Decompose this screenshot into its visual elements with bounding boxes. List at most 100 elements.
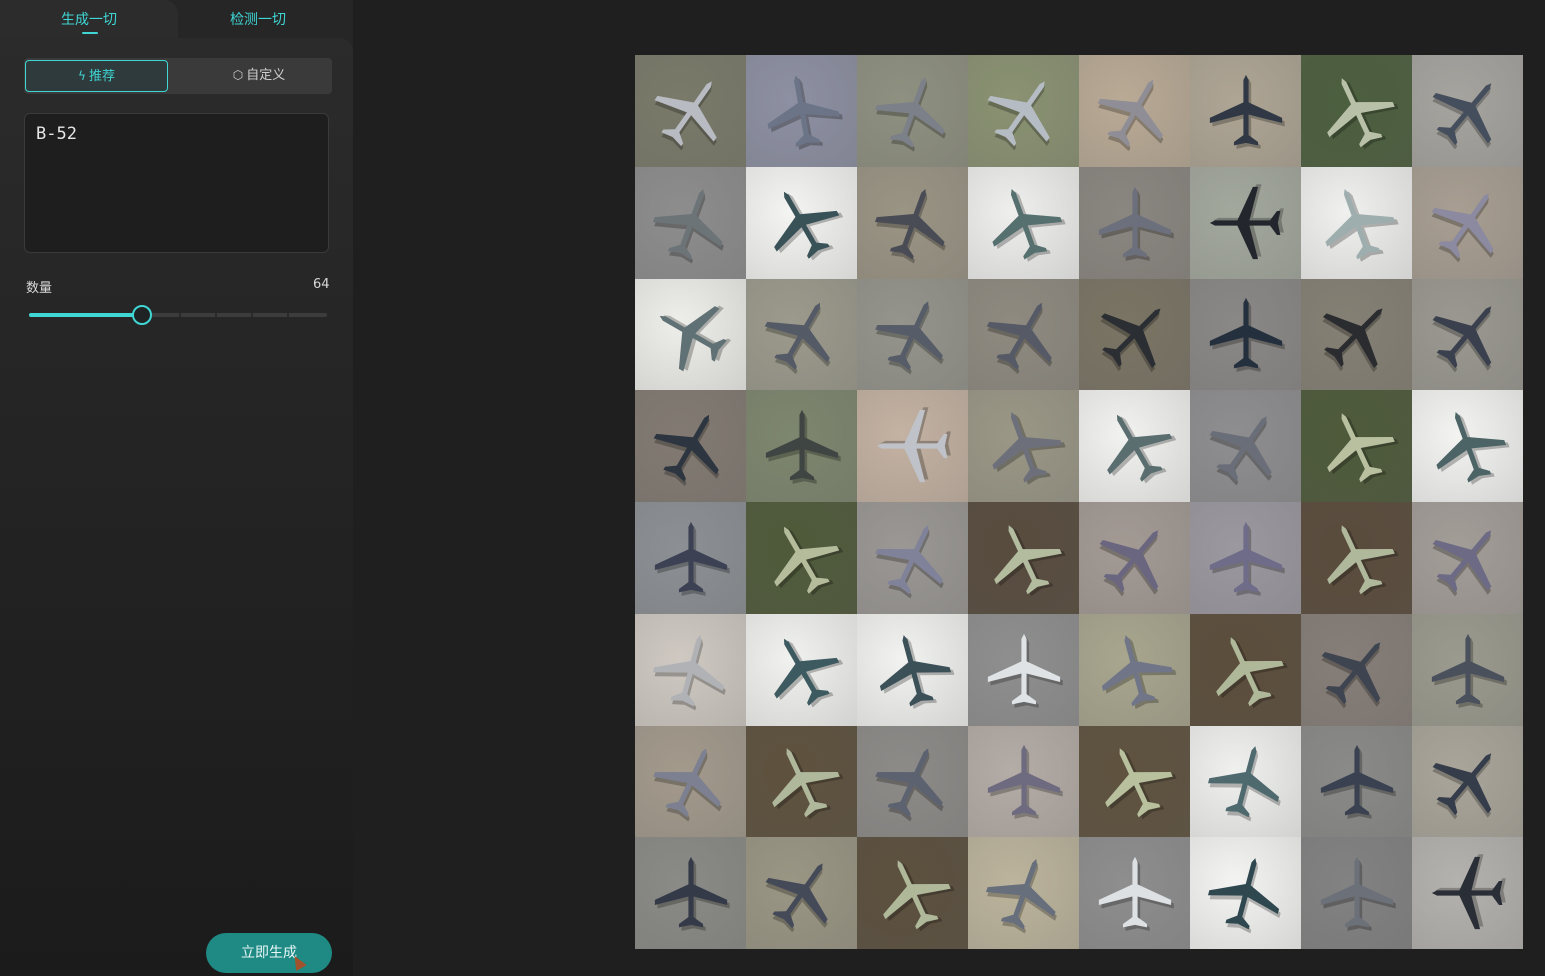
airplane-icon: [879, 634, 954, 709]
generated-image[interactable]: [746, 613, 857, 726]
airplane-icon: [765, 410, 841, 484]
generated-image[interactable]: [968, 390, 1079, 502]
generated-image[interactable]: [1079, 390, 1190, 502]
generated-image[interactable]: [1412, 502, 1523, 614]
generated-image[interactable]: [968, 166, 1079, 279]
generated-image[interactable]: [1190, 390, 1301, 502]
generated-image[interactable]: [1412, 613, 1523, 726]
generated-image[interactable]: [1412, 725, 1523, 838]
airplane-icon: [874, 748, 944, 822]
airplane-icon: [876, 407, 951, 483]
generated-image[interactable]: [857, 166, 968, 279]
generated-image[interactable]: [1301, 613, 1412, 726]
generated-image[interactable]: [968, 613, 1079, 726]
generated-image[interactable]: [1190, 278, 1301, 391]
generated-image[interactable]: [1190, 613, 1301, 726]
generated-image[interactable]: [635, 502, 746, 614]
generated-image[interactable]: [1301, 725, 1412, 838]
generated-image[interactable]: [857, 390, 968, 502]
generated-image[interactable]: [1079, 166, 1190, 279]
generated-image[interactable]: [1412, 837, 1523, 949]
generated-image[interactable]: [857, 55, 968, 167]
generated-image[interactable]: [1301, 502, 1412, 614]
top-tabs: 生成一切 检测一切: [0, 0, 353, 38]
generated-image[interactable]: [1079, 278, 1190, 391]
generated-image[interactable]: [746, 278, 857, 391]
airplane-icon: [991, 412, 1066, 485]
generated-image[interactable]: [635, 278, 746, 391]
generated-image[interactable]: [746, 166, 857, 279]
custom-label: 自定义: [246, 68, 286, 83]
generated-image[interactable]: [1301, 55, 1412, 167]
prompt-input[interactable]: B-52: [24, 113, 329, 253]
airplane-icon: [1209, 298, 1285, 373]
custom-mode-button[interactable]: ⬡ 自定义: [194, 60, 324, 90]
generated-image[interactable]: [635, 390, 746, 502]
airplane-icon: [652, 188, 724, 264]
airplane-icon: [1431, 83, 1491, 150]
generate-now-button[interactable]: 立即生成: [206, 933, 332, 973]
generated-image[interactable]: [1079, 55, 1190, 167]
tab-label: 生成一切: [61, 12, 117, 28]
generated-image[interactable]: [1079, 725, 1190, 838]
generated-image[interactable]: [1079, 502, 1190, 614]
generated-image[interactable]: [1190, 502, 1301, 614]
generated-image[interactable]: [1190, 55, 1301, 167]
generated-image[interactable]: [857, 837, 968, 949]
generated-image[interactable]: [1301, 837, 1412, 949]
generated-image[interactable]: [746, 502, 857, 614]
airplane-icon: [1209, 74, 1285, 149]
generated-image[interactable]: [968, 278, 1079, 391]
airplane-icon: [1431, 193, 1494, 263]
generated-image[interactable]: [968, 837, 1079, 949]
generated-image[interactable]: [635, 837, 746, 949]
generated-image[interactable]: [746, 837, 857, 949]
airplane-icon: [1098, 857, 1174, 931]
slider-tick: [251, 313, 253, 317]
generated-image[interactable]: [1412, 278, 1523, 391]
tab-detect-everything[interactable]: 检测一切: [178, 0, 338, 38]
generated-image[interactable]: [857, 613, 968, 726]
count-value: 64: [313, 277, 330, 292]
generated-image[interactable]: [1190, 837, 1301, 949]
airplane-icon: [874, 525, 944, 599]
airplane-icon: [1209, 183, 1284, 259]
airplane-icon: [1320, 857, 1396, 931]
generated-image[interactable]: [1190, 725, 1301, 838]
generated-image[interactable]: [857, 725, 968, 838]
generated-image[interactable]: [968, 725, 1079, 838]
airplane-icon: [1207, 746, 1281, 822]
generated-image[interactable]: [1301, 390, 1412, 502]
generated-image[interactable]: [968, 502, 1079, 614]
generated-image[interactable]: [1412, 166, 1523, 279]
generated-image[interactable]: [635, 55, 746, 167]
airplane-icon: [987, 633, 1063, 708]
airplane-icon: [1099, 308, 1161, 373]
generated-image[interactable]: [635, 166, 746, 279]
count-slider[interactable]: [29, 305, 327, 325]
generated-image[interactable]: [1301, 278, 1412, 391]
airplane-icon: [764, 303, 830, 375]
generated-image[interactable]: [968, 55, 1079, 167]
recommend-mode-button[interactable]: ϟ 推荐: [25, 60, 168, 92]
generated-image[interactable]: [857, 502, 968, 614]
airplane-icon: [1320, 745, 1396, 820]
generated-image[interactable]: [1412, 390, 1523, 502]
airplane-icon: [1324, 188, 1399, 262]
airplane-icon: [1209, 521, 1285, 596]
generated-image[interactable]: [1301, 166, 1412, 279]
airplane-icon: [765, 863, 828, 933]
tab-generate-everything[interactable]: 生成一切: [0, 0, 178, 38]
generated-image[interactable]: [746, 390, 857, 502]
generated-image[interactable]: [635, 613, 746, 726]
generated-image[interactable]: [1079, 613, 1190, 726]
generated-image[interactable]: [635, 725, 746, 838]
generated-image[interactable]: [1412, 55, 1523, 167]
generated-image[interactable]: [746, 725, 857, 838]
generated-image[interactable]: [746, 55, 857, 167]
airplane-icon: [767, 75, 843, 150]
airplane-icon: [874, 76, 946, 152]
generated-image[interactable]: [857, 278, 968, 391]
generated-image[interactable]: [1190, 166, 1301, 279]
generated-image[interactable]: [1079, 837, 1190, 949]
